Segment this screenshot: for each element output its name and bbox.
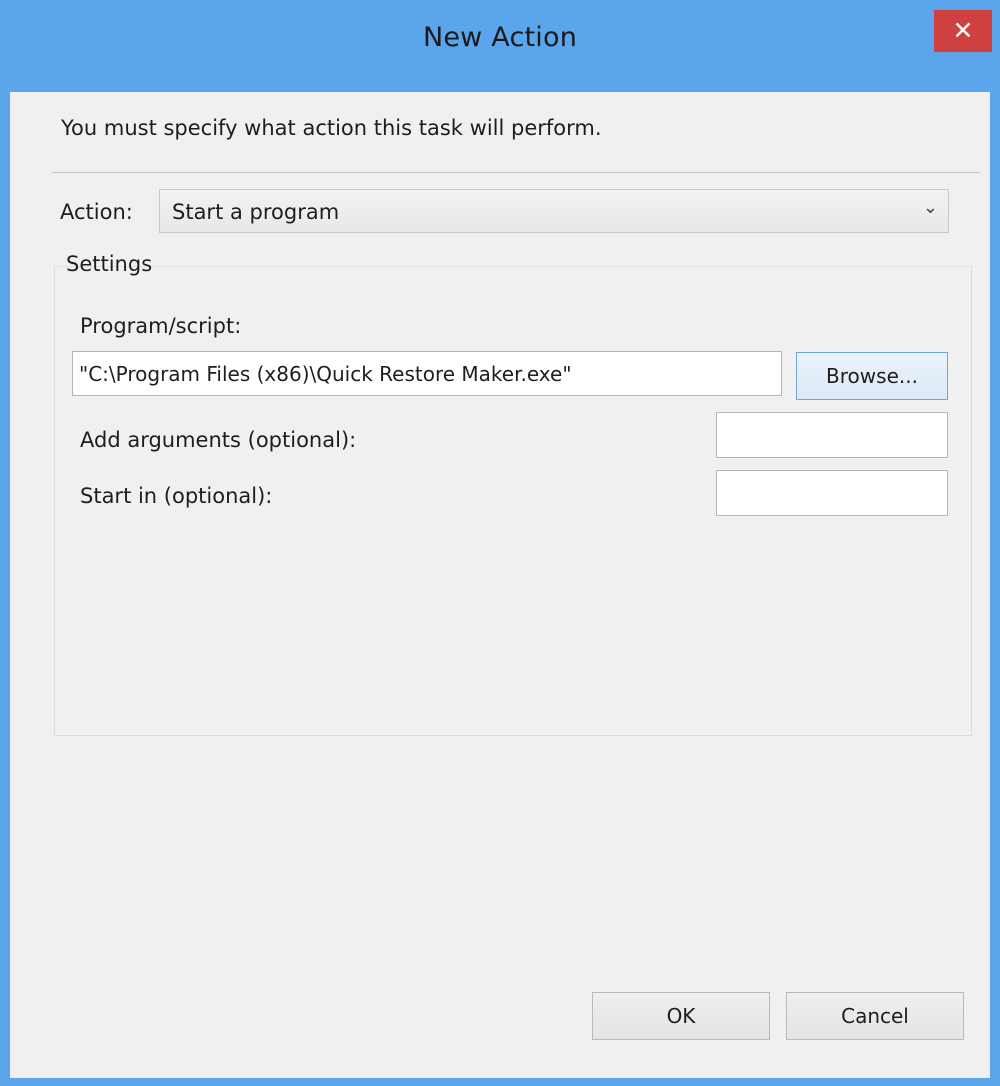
new-action-window: New Action ✕ You must specify what actio…	[0, 0, 1000, 1086]
add-arguments-label: Add arguments (optional):	[80, 428, 357, 452]
action-dropdown[interactable]: Start a program ⌄	[159, 189, 949, 233]
browse-button[interactable]: Browse...	[796, 352, 948, 400]
start-in-input[interactable]	[716, 470, 948, 516]
action-selected-value: Start a program	[172, 200, 340, 224]
window-title: New Action	[422, 22, 578, 53]
chevron-down-icon[interactable]: ⌄	[923, 197, 938, 218]
title-bar[interactable]: New Action ✕	[0, 0, 1000, 92]
dialog-body: You must specify what action this task w…	[10, 92, 990, 1078]
settings-label: Settings	[66, 252, 153, 276]
program-script-input[interactable]	[72, 351, 782, 396]
close-icon[interactable]: ✕	[934, 10, 992, 52]
start-in-label: Start in (optional):	[80, 484, 273, 508]
ok-button[interactable]: OK	[592, 992, 770, 1040]
cancel-button[interactable]: Cancel	[786, 992, 964, 1040]
instruction-text: You must specify what action this task w…	[61, 116, 602, 140]
program-script-label: Program/script:	[80, 314, 242, 338]
divider	[52, 172, 980, 173]
action-label: Action:	[60, 200, 133, 224]
add-arguments-input[interactable]	[716, 412, 948, 458]
